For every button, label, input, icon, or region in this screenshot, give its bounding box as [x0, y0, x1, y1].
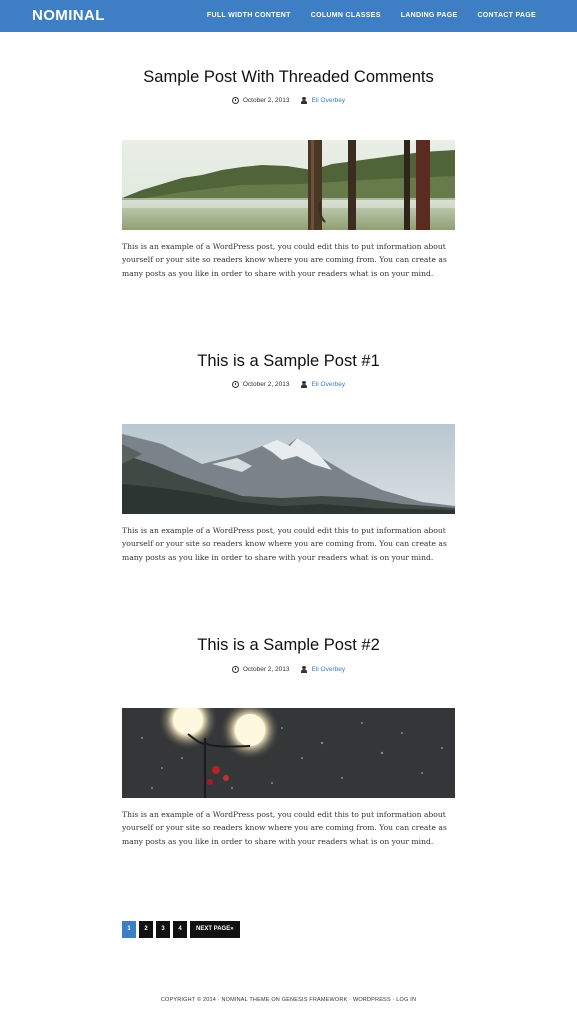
featured-image[interactable]	[122, 708, 455, 798]
post-author-link[interactable]: Eli Overbey	[312, 666, 346, 673]
pagination-page-3[interactable]: 3	[156, 921, 170, 938]
post-meta: October 2, 2013 Eli Overbey	[122, 97, 455, 104]
post-excerpt: This is an example of a WordPress post, …	[122, 810, 447, 846]
nav-item-contact-page[interactable]: CONTACT PAGE	[477, 12, 536, 19]
mountain-image	[122, 424, 455, 514]
post-title[interactable]: Sample Post With Threaded Comments	[82, 68, 495, 87]
post-excerpt: This is an example of a WordPress post, …	[122, 242, 447, 278]
site-footer: COPYRIGHT © 2014 · NOMINAL THEME ON GENE…	[160, 997, 417, 1003]
post-title[interactable]: This is a Sample Post #2	[82, 636, 495, 655]
post-author-link[interactable]: Eli Overbey	[312, 381, 346, 388]
user-icon	[300, 381, 308, 388]
clock-icon	[231, 666, 239, 673]
primary-nav: FULL WIDTH CONTENT COLUMN CLASSES LANDIN…	[207, 12, 536, 19]
post-title[interactable]: This is a Sample Post #1	[82, 352, 495, 371]
site-header: NOMINAL FULL WIDTH CONTENT COLUMN CLASSE…	[0, 0, 577, 32]
post-date: October 2, 2013	[242, 381, 290, 388]
pagination-page-2[interactable]: 2	[139, 921, 153, 938]
post-author-link[interactable]: Eli Overbey	[312, 97, 346, 104]
street-lamp-image	[122, 708, 455, 798]
featured-image[interactable]	[122, 424, 455, 514]
post-excerpt: This is an example of a WordPress post, …	[122, 526, 447, 562]
user-icon	[300, 666, 308, 673]
pagination-page-4[interactable]: 4	[173, 921, 187, 938]
post-meta: October 2, 2013 Eli Overbey	[122, 666, 455, 673]
lake-forest-image	[122, 140, 455, 230]
pagination-next-button[interactable]: NEXT PAGE»	[190, 921, 240, 938]
clock-icon	[231, 381, 239, 388]
site-title[interactable]: NOMINAL	[32, 7, 105, 24]
post-meta: October 2, 2013 Eli Overbey	[122, 381, 455, 388]
post-date: October 2, 2013	[242, 666, 290, 673]
user-icon	[300, 97, 308, 104]
nav-item-full-width-content[interactable]: FULL WIDTH CONTENT	[207, 12, 291, 19]
featured-image[interactable]	[122, 140, 455, 230]
post-date: October 2, 2013	[242, 97, 290, 104]
pagination: 1 2 3 4 NEXT PAGE»	[122, 921, 240, 938]
clock-icon	[231, 97, 239, 104]
nav-item-landing-page[interactable]: LANDING PAGE	[401, 12, 458, 19]
pagination-page-1[interactable]: 1	[122, 921, 136, 938]
nav-item-column-classes[interactable]: COLUMN CLASSES	[311, 12, 381, 19]
